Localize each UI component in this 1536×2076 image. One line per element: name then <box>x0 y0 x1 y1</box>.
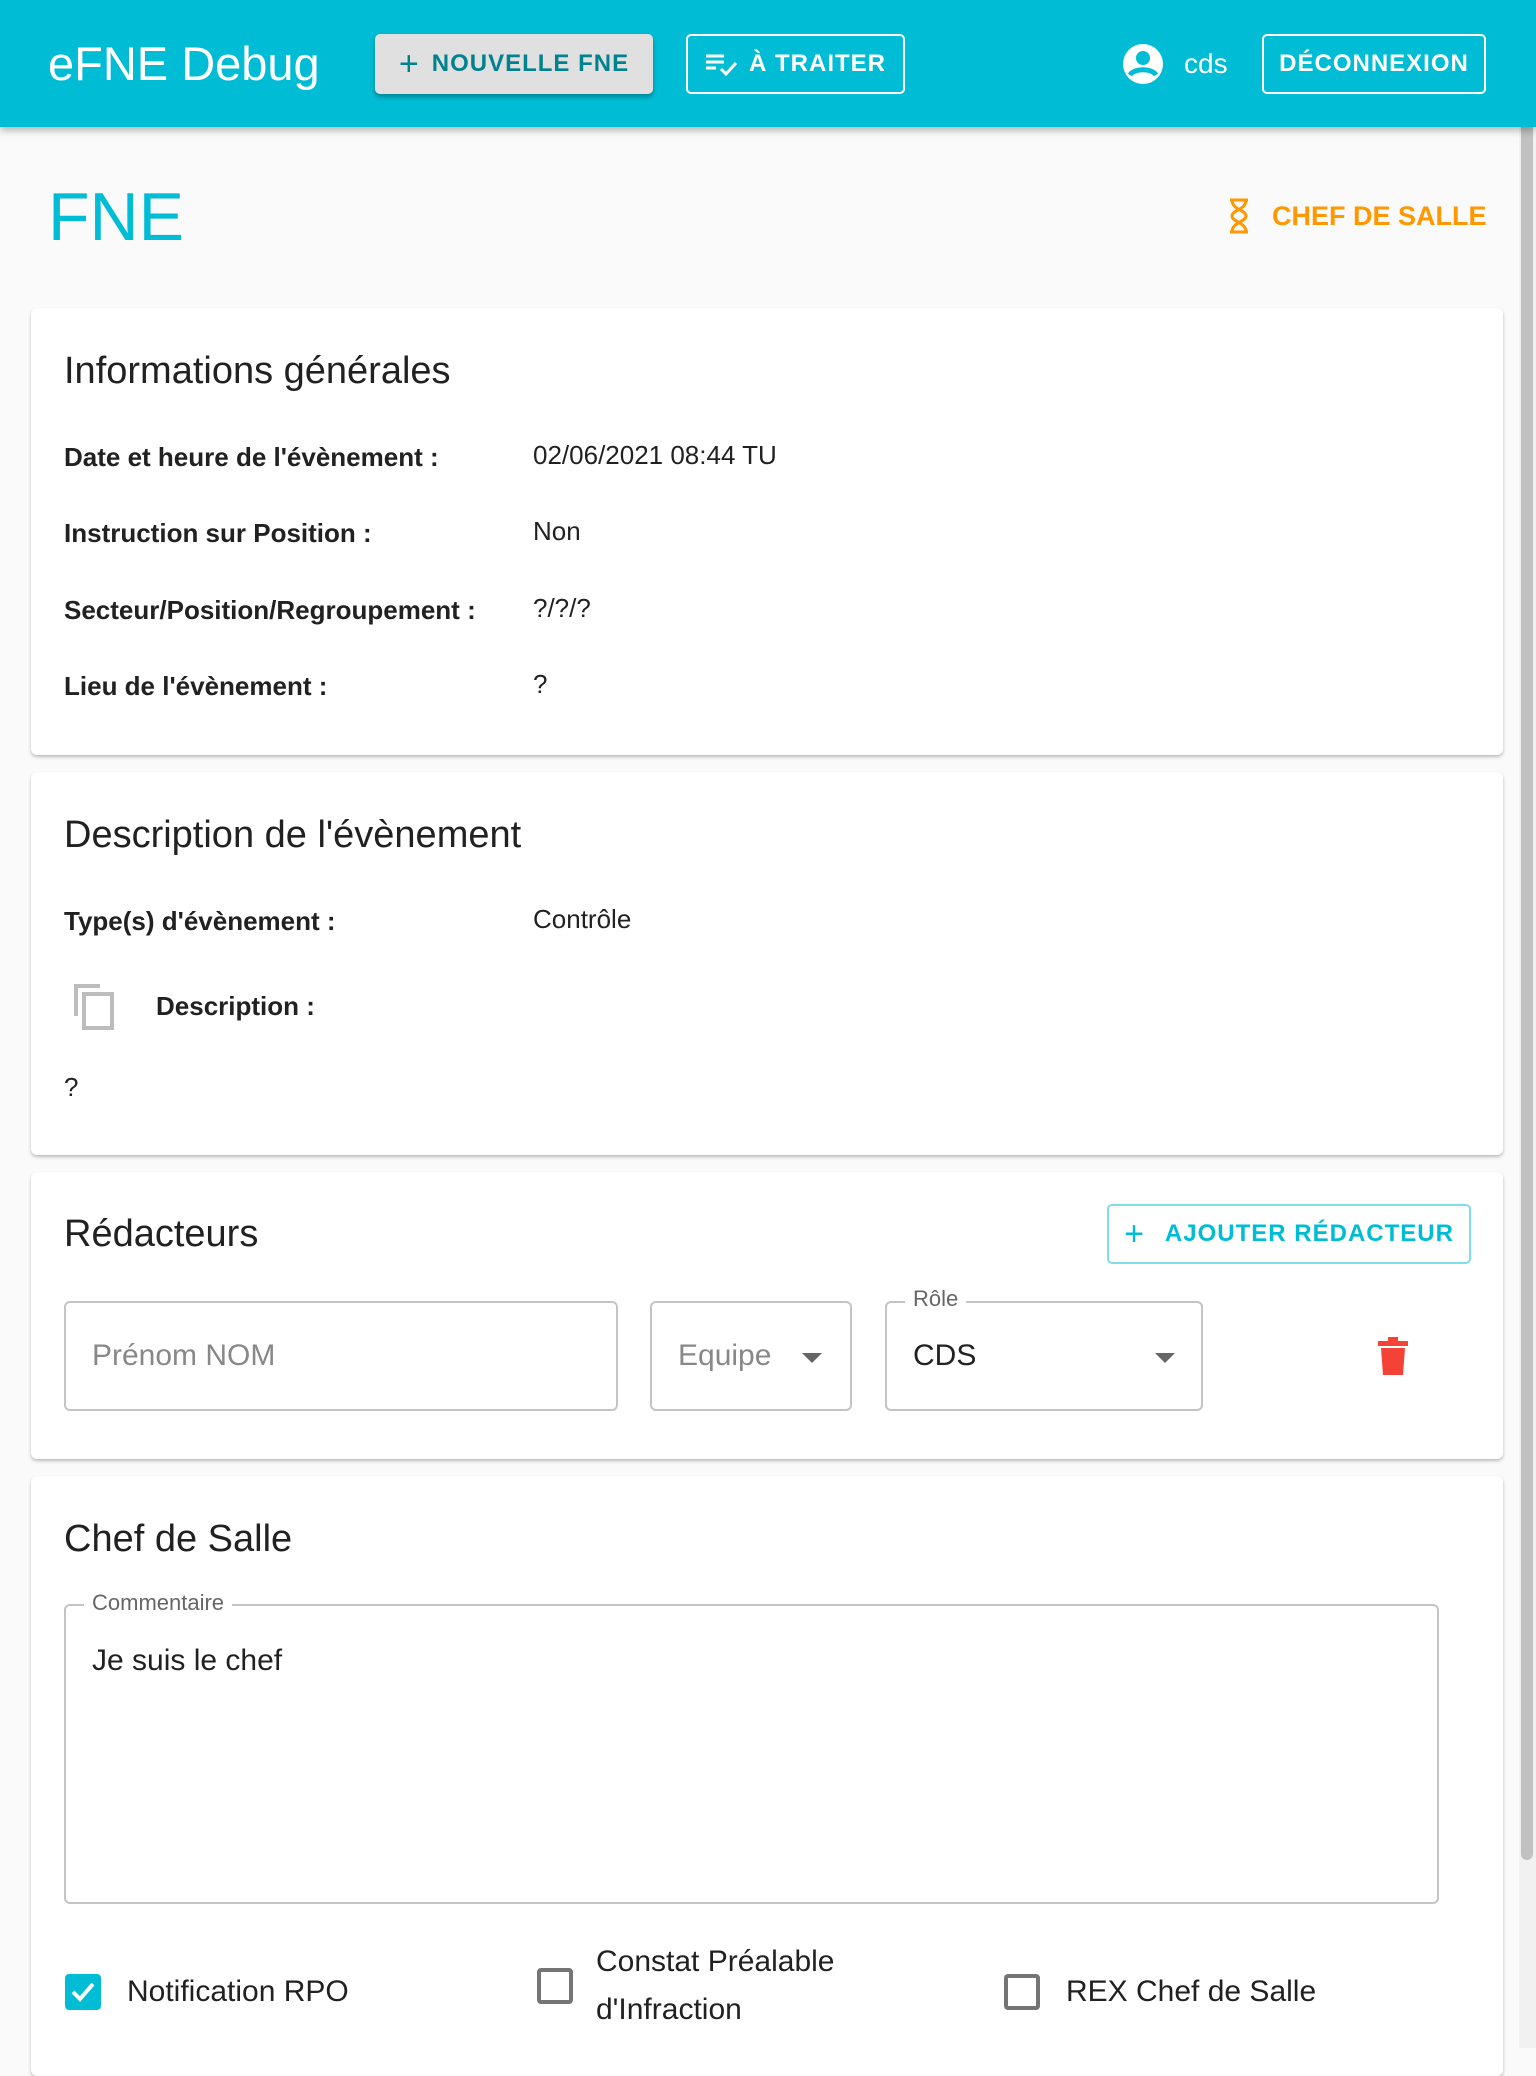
description-heading: Description de l'évènement <box>64 814 522 856</box>
writer-name-input[interactable]: Prénom NOM <box>64 1301 618 1411</box>
event-date-value: 02/06/2021 08:44 TU <box>533 440 777 470</box>
team-select[interactable]: Equipe <box>650 1301 852 1411</box>
general-info-heading: Informations générales <box>64 350 451 392</box>
status-badge: Chef de salle <box>1228 198 1487 234</box>
role-label: Rôle <box>905 1286 967 1312</box>
chief-heading: Chef de Salle <box>64 1518 293 1560</box>
plus-icon: + <box>1124 1214 1145 1253</box>
username: cds <box>1184 48 1228 79</box>
scrollbar-thumb[interactable] <box>1521 4 1533 1860</box>
app-header: eFNE Debug + Nouvelle FNE À traiter cds … <box>0 0 1536 127</box>
playlist-check-icon <box>706 54 737 77</box>
sector-label: Secteur/Position/Regroupement : <box>64 595 476 625</box>
plus-icon: + <box>398 44 420 83</box>
constat-checkbox[interactable] <box>537 1968 573 2004</box>
comment-label: Commentaire <box>84 1590 233 1616</box>
location-value: ? <box>533 669 548 699</box>
trash-icon[interactable] <box>1378 1337 1408 1375</box>
writers-heading: Rédacteurs <box>64 1213 259 1255</box>
to-process-button[interactable]: À traiter <box>686 34 905 94</box>
dropdown-arrow-icon <box>1155 1353 1175 1363</box>
new-fne-button[interactable]: + Nouvelle FNE <box>375 34 653 94</box>
notification-rpo-checkbox[interactable] <box>65 1974 101 2010</box>
rex-checkbox[interactable] <box>1004 1974 1040 2010</box>
event-type-value: Contrôle <box>533 904 632 934</box>
description-value: ? <box>64 1072 79 1102</box>
app-title: eFNE Debug <box>48 37 320 90</box>
event-date-label: Date et heure de l'évènement : <box>64 442 439 472</box>
logout-button[interactable]: Déconnexion <box>1262 34 1486 94</box>
description-label: Description : <box>156 991 315 1021</box>
location-label: Lieu de l'évènement : <box>64 671 328 701</box>
comment-textarea[interactable]: Je suis le chef <box>64 1604 1439 1904</box>
hourglass-icon <box>1230 198 1248 234</box>
copy-icon[interactable] <box>72 982 116 1030</box>
rex-label: REX Chef de Salle <box>1066 1975 1317 2008</box>
notification-rpo-label: Notification RPO <box>127 1975 349 2008</box>
instruction-label: Instruction sur Position : <box>64 518 372 548</box>
instruction-value: Non <box>533 516 581 546</box>
account-circle-icon <box>1123 44 1163 84</box>
role-select[interactable]: CDS <box>885 1301 1203 1411</box>
check-icon <box>71 1982 95 2002</box>
dropdown-arrow-icon <box>802 1353 822 1363</box>
constat-label: Constat Préalable d'Infraction <box>596 1945 835 2026</box>
event-type-label: Type(s) d'évènement : <box>64 906 336 936</box>
add-writer-button[interactable]: + Ajouter rédacteur <box>1107 1204 1471 1264</box>
page-title: FNE <box>48 179 184 255</box>
sector-value: ?/?/? <box>533 593 591 623</box>
